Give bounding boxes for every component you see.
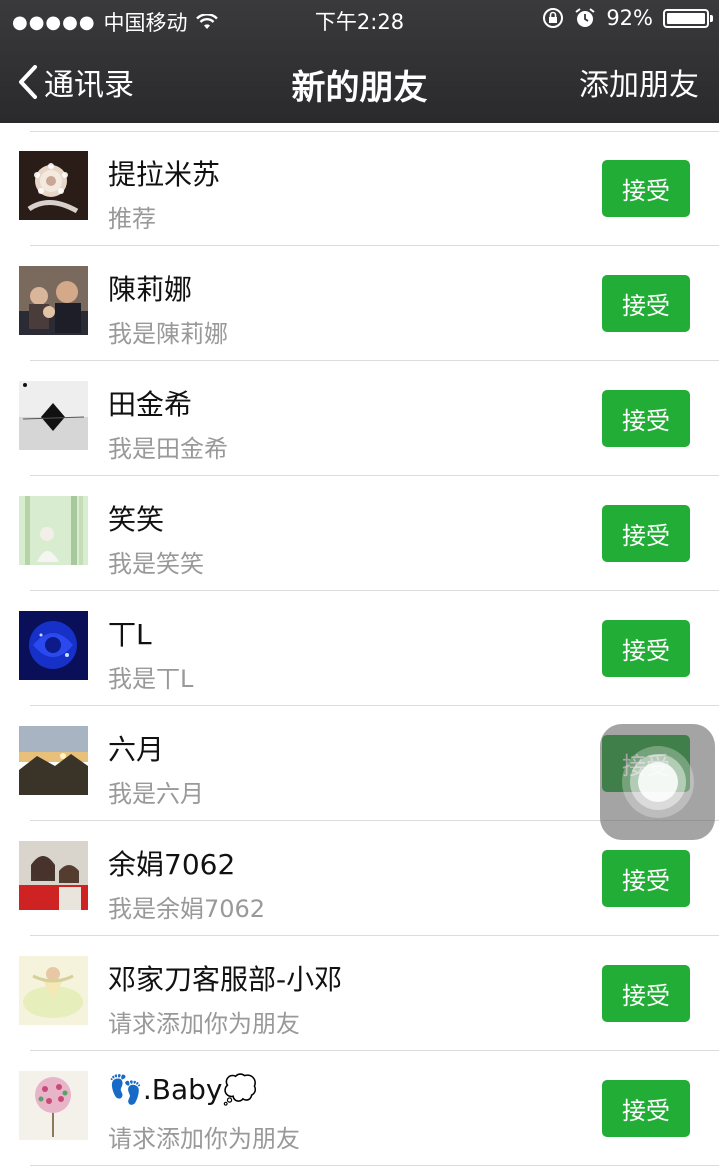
friend-message: 我是笑笑	[108, 550, 204, 578]
avatar	[19, 726, 88, 795]
battery-percent: 92%	[606, 6, 653, 30]
orientation-lock-icon	[542, 7, 564, 29]
friend-message: 我是余娟7062	[108, 895, 266, 923]
friend-name: 余娟7062	[108, 848, 236, 881]
friend-row[interactable]: 笑笑 我是笑笑 接受	[0, 476, 719, 591]
friend-row[interactable]: 提拉米苏 推荐 接受	[0, 131, 719, 246]
friend-message: 我是丅L	[108, 665, 194, 693]
divider	[30, 1165, 719, 1166]
avatar	[19, 1071, 88, 1140]
battery-icon	[663, 8, 713, 28]
avatar	[19, 841, 88, 910]
avatar	[19, 151, 88, 220]
avatar	[19, 266, 88, 335]
status-bar: ●●●●● 中国移动 下午2:28 92%	[0, 0, 719, 40]
accept-button[interactable]: 接受	[602, 390, 690, 447]
accept-button[interactable]: 接受	[602, 505, 690, 562]
friend-row[interactable]: 田金希 我是田金希 接受	[0, 361, 719, 476]
friend-name: 👣.Baby💭	[108, 1073, 258, 1106]
friend-name: 邓家刀客服部-小邓	[108, 963, 343, 996]
accept-button[interactable]: 接受	[602, 965, 690, 1022]
assistive-ring	[638, 762, 678, 802]
add-friend-button[interactable]: 添加朋友	[579, 60, 699, 104]
friend-name: 笑笑	[108, 503, 165, 536]
accept-button[interactable]: 接受	[602, 1080, 690, 1137]
friend-row[interactable]: 👣.Baby💭 请求添加你为朋友 接受	[0, 1051, 719, 1166]
avatar	[19, 611, 88, 680]
friend-row[interactable]: 邓家刀客服部-小邓 请求添加你为朋友 接受	[0, 936, 719, 1051]
header: ●●●●● 中国移动 下午2:28 92% 通讯录 新的朋友 添加朋友	[0, 0, 719, 123]
accept-button[interactable]: 接受	[602, 850, 690, 907]
friend-message: 推荐	[108, 205, 156, 233]
friend-row[interactable]: 陳莉娜 我是陳莉娜 接受	[0, 246, 719, 361]
accept-button[interactable]: 接受	[602, 160, 690, 217]
friend-row[interactable]: 余娟7062 我是余娟7062 接受	[0, 821, 719, 936]
friend-name: 田金希	[108, 388, 193, 421]
friend-name: 陳莉娜	[108, 273, 193, 306]
friend-message: 请求添加你为朋友	[108, 1125, 300, 1153]
accept-button[interactable]: 接受	[602, 620, 690, 677]
avatar	[19, 956, 88, 1025]
friend-message: 我是田金希	[108, 435, 228, 463]
friend-name: 丅L	[108, 618, 152, 651]
friend-row[interactable]: 丅L 我是丅L 接受	[0, 591, 719, 706]
alarm-icon	[574, 7, 596, 29]
status-right: 92%	[542, 6, 713, 30]
friend-message: 我是六月	[108, 780, 204, 808]
friend-name: 六月	[108, 733, 165, 766]
avatar	[19, 381, 88, 450]
accept-button[interactable]: 接受	[602, 275, 690, 332]
nav-bar: 通讯录 新的朋友 添加朋友	[0, 40, 719, 123]
friend-message: 请求添加你为朋友	[108, 1010, 300, 1038]
assistive-touch-button[interactable]	[600, 724, 715, 840]
avatar	[19, 496, 88, 565]
friend-name: 提拉米苏	[108, 158, 221, 191]
friend-message: 我是陳莉娜	[108, 320, 228, 348]
